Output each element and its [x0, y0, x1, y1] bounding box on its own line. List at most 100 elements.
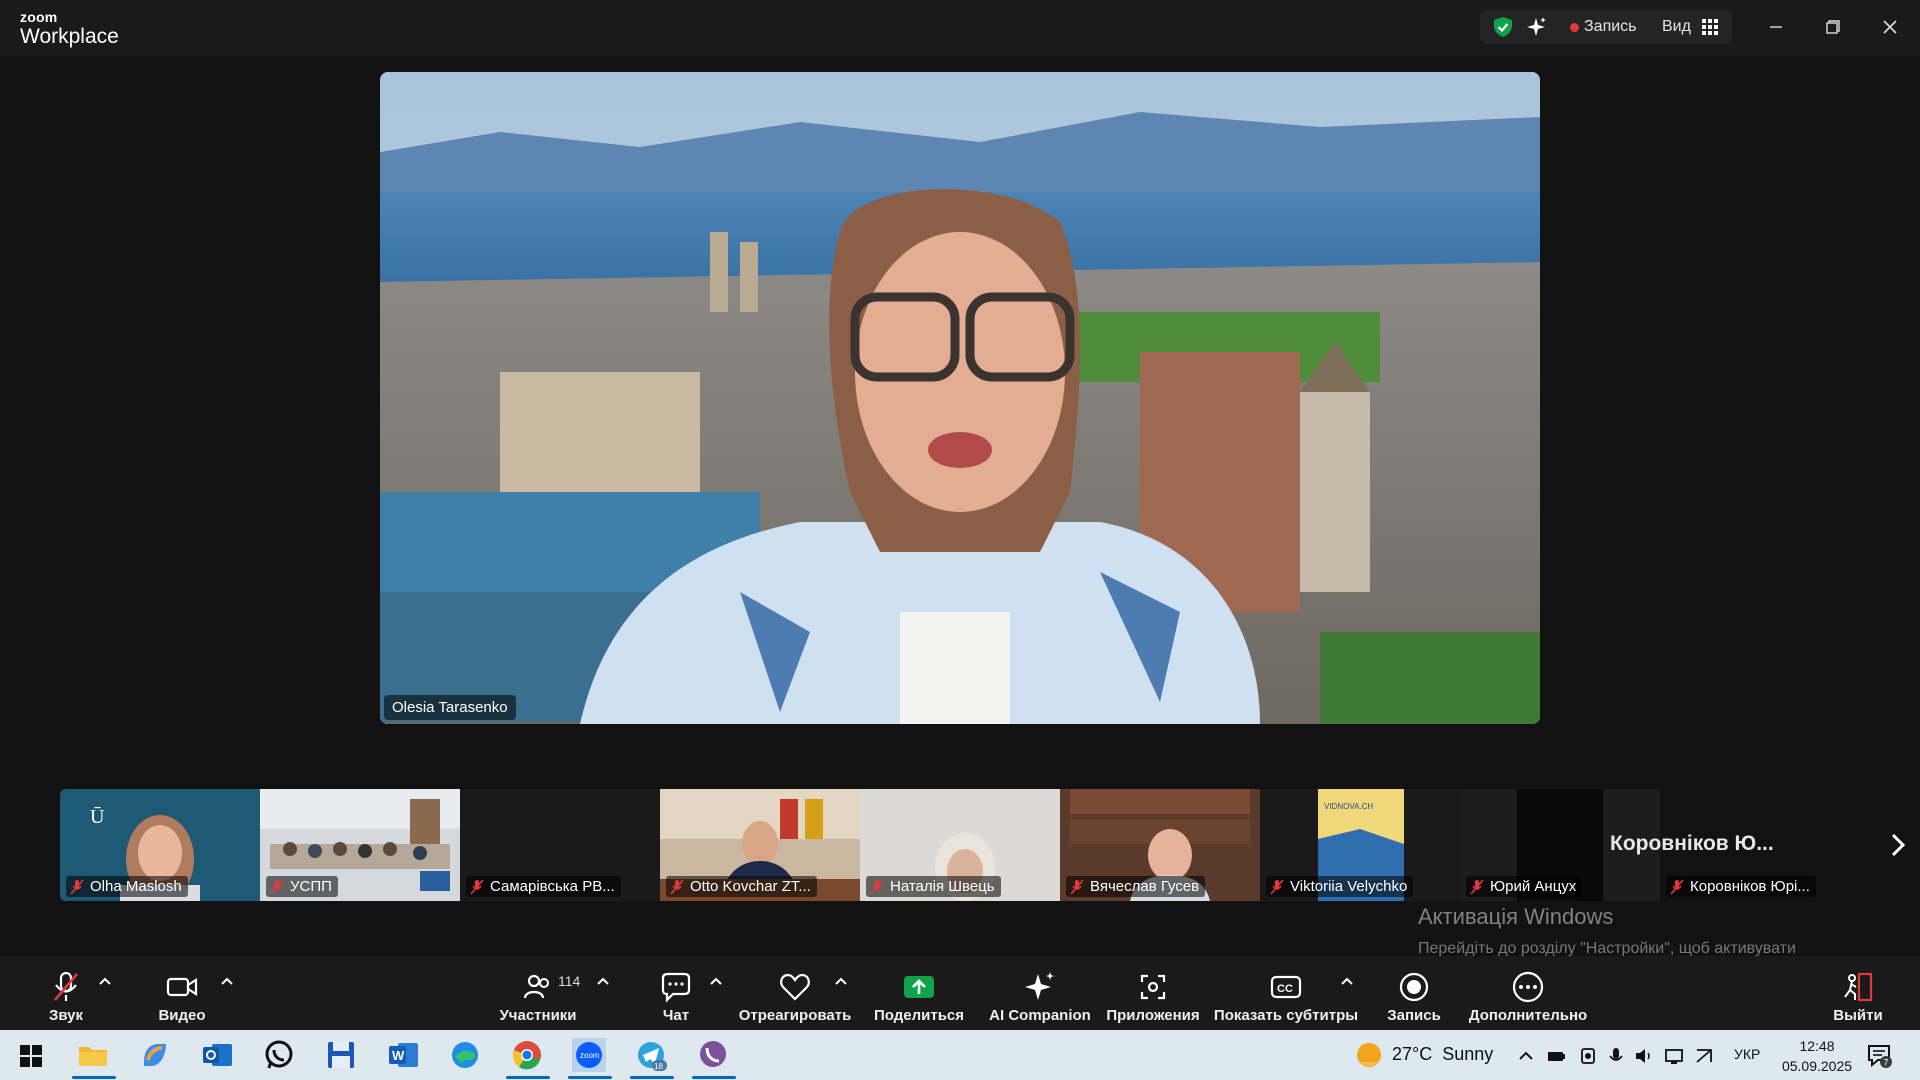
chevron-up-icon[interactable]	[98, 976, 112, 986]
chevron-up-icon[interactable]	[220, 976, 234, 986]
svg-text:zoom: zoom	[580, 1051, 600, 1060]
mic-muted-icon	[70, 878, 84, 895]
participant-tile[interactable]: Наталія Швець	[860, 789, 1060, 901]
taskbar-outlook[interactable]	[200, 1038, 234, 1072]
recording-label[interactable]: Запись	[1584, 18, 1637, 36]
activation-watermark-title: Активація Windows	[1418, 904, 1614, 929]
outlook-icon	[203, 1044, 232, 1066]
chat-icon	[661, 972, 691, 1003]
participant-name: Olha Maslosh	[90, 878, 182, 895]
participant-tile[interactable]: Otto Kovchar ZT...	[660, 789, 860, 901]
view-button[interactable]: Вид	[1662, 18, 1691, 36]
captions-label: Показать субтитры	[1213, 1007, 1359, 1024]
system-clock[interactable]: 12:48 05.09.2025	[1776, 1036, 1858, 1076]
taskbar-edge[interactable]	[448, 1038, 482, 1072]
chevron-up-icon[interactable]	[596, 976, 610, 986]
device-icon[interactable]	[1578, 1046, 1598, 1066]
whatsapp-icon	[265, 1040, 293, 1069]
ai-sparkle-icon[interactable]	[1526, 16, 1548, 38]
viber-icon	[700, 1041, 726, 1067]
active-indicator	[72, 1076, 116, 1079]
ai-companion-button[interactable]: AI Companion	[988, 956, 1092, 1030]
chevron-up-icon[interactable]	[709, 976, 723, 986]
audio-button[interactable]: Звук	[40, 956, 92, 1030]
windows-logo-icon	[20, 1045, 42, 1067]
taskbar-copilot[interactable]	[138, 1038, 172, 1072]
brand-bottom: Workplace	[20, 25, 119, 48]
react-button[interactable]: Отреагировать	[739, 956, 851, 1030]
video-button[interactable]: Видео	[152, 956, 212, 1030]
network-icon[interactable]	[1664, 1046, 1684, 1066]
notification-badge: 7	[1884, 1058, 1889, 1068]
microphone-icon[interactable]	[1606, 1046, 1626, 1066]
taskbar-whatsapp[interactable]	[262, 1038, 296, 1072]
participant-name: Otto Kovchar ZT...	[690, 878, 811, 895]
taskbar-viber[interactable]	[696, 1038, 730, 1072]
close-icon	[1883, 20, 1897, 34]
leave-label: Выйти	[1833, 1007, 1883, 1024]
battery-icon[interactable]	[1546, 1046, 1566, 1066]
participants-count: 114	[558, 973, 581, 989]
share-label: Поделиться	[873, 1007, 965, 1024]
chat-button[interactable]: Чат	[652, 956, 700, 1030]
more-button[interactable]: Дополнительно	[1469, 956, 1587, 1030]
participant-label: Юрий Анцух	[1466, 876, 1583, 897]
telegram-icon: 18	[638, 1042, 667, 1071]
chevron-up-icon[interactable]	[834, 976, 848, 986]
audio-label: Звук	[48, 1007, 84, 1024]
clock-date: 05.09.2025	[1781, 1058, 1853, 1074]
apps-button[interactable]: Приложения	[1106, 956, 1200, 1030]
svg-text:Ū: Ū	[90, 806, 105, 828]
participants-button[interactable]: Участники	[497, 956, 579, 1030]
active-indicator	[506, 1076, 550, 1079]
notification-icon[interactable]: 7	[1866, 1042, 1892, 1068]
participants-icon	[523, 974, 549, 999]
mic-muted-icon	[1070, 878, 1084, 895]
participant-name: Юрий Анцух	[1490, 878, 1577, 895]
close-button[interactable]	[1877, 14, 1903, 40]
speaker-volume-icon[interactable]	[1634, 1046, 1654, 1066]
ai-companion-label: AI Companion	[989, 1007, 1091, 1024]
language-indicator[interactable]: УКР	[1734, 1046, 1760, 1062]
taskbar-file-explorer[interactable]	[76, 1038, 110, 1072]
taskbar-word[interactable]: W	[386, 1038, 420, 1072]
taskbar-zoom[interactable]: zoom	[570, 1036, 608, 1074]
apps-label: Приложения	[1106, 1007, 1200, 1024]
taskbar-save-app[interactable]	[324, 1038, 358, 1072]
start-button[interactable]	[14, 1038, 48, 1072]
mic-muted-icon	[870, 878, 884, 895]
sun-weather-icon[interactable]	[1354, 1040, 1384, 1070]
participant-name: Viktoriia Velychko	[1290, 878, 1408, 895]
participant-tile[interactable]: Вячеслав Гусев	[1060, 789, 1260, 901]
chevron-up-icon[interactable]	[1516, 1046, 1536, 1066]
minimize-button[interactable]	[1763, 14, 1789, 40]
participant-tile[interactable]: Самарівська РВ...	[460, 789, 660, 901]
weather-widget[interactable]: 27°C Sunny	[1392, 1044, 1493, 1065]
display-icon[interactable]	[1694, 1046, 1714, 1066]
participant-tile[interactable]: УСПП	[260, 789, 460, 901]
active-speaker-video[interactable]: Olesia Tarasenko	[380, 72, 1540, 724]
grid-view-icon[interactable]	[1702, 19, 1718, 35]
record-button[interactable]: Запись	[1384, 956, 1444, 1030]
leave-button[interactable]: Выйти	[1833, 956, 1883, 1030]
shield-check-icon[interactable]	[1492, 16, 1514, 38]
mic-muted-icon	[54, 971, 78, 1001]
active-indicator	[568, 1076, 612, 1079]
record-label: Запись	[1387, 1007, 1441, 1024]
participant-name: Наталія Швець	[890, 878, 995, 895]
meeting-toolbar: Звук Видео Участники 114 Чат Отреагирова…	[0, 956, 1920, 1030]
zoom-logo: zoom Workplace	[20, 10, 119, 47]
chevron-up-icon[interactable]	[1340, 976, 1354, 986]
participant-tile[interactable]: Ū Olha Maslosh	[60, 789, 260, 901]
svg-text:CC: CC	[1277, 983, 1293, 995]
taskbar-chrome[interactable]	[510, 1038, 544, 1072]
chevron-right-icon[interactable]	[1888, 832, 1908, 858]
participant-label: Otto Kovchar ZT...	[666, 876, 817, 897]
participant-tile[interactable]: VIDNOVA.CH Viktoriia Velychko	[1260, 789, 1460, 901]
captions-button[interactable]: CC Показать субтитры	[1214, 956, 1358, 1030]
weather-temperature: 27°C	[1392, 1044, 1433, 1064]
svg-text:VIDNOVA.CH: VIDNOVA.CH	[1324, 802, 1373, 811]
restore-button[interactable]	[1820, 14, 1846, 40]
taskbar-telegram[interactable]: 18	[634, 1038, 668, 1072]
share-button[interactable]: Поделиться	[873, 956, 965, 1030]
